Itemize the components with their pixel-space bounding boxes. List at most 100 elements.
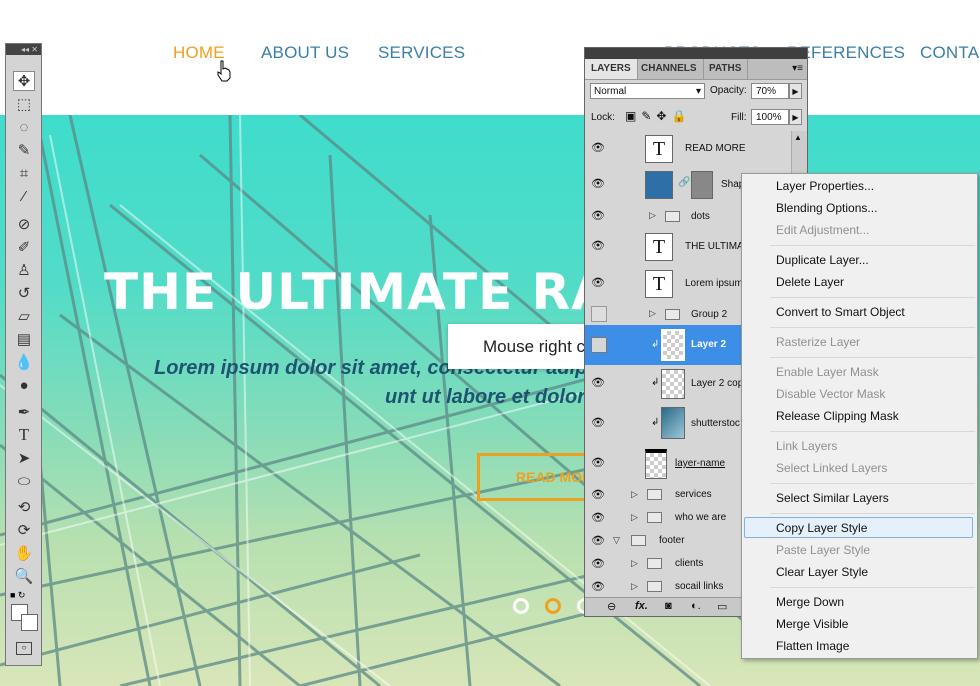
eraser-tool-icon[interactable]: ▱	[13, 306, 35, 326]
expand-triangle-icon[interactable]: ▷	[631, 512, 638, 523]
site-nav: HOME ABOUT US SERVICES PRODUCTS REFERENC…	[0, 0, 980, 115]
expand-triangle-icon[interactable]: ▷	[631, 558, 638, 569]
background-color-swatch[interactable]	[21, 614, 38, 631]
menu-item-convert-to-smart-object[interactable]: Convert to Smart Object	[776, 305, 905, 319]
vector-mask-thumbnail	[691, 171, 713, 199]
layers-panel-header[interactable]	[585, 48, 807, 59]
healing-brush-tool-icon[interactable]: ⊘	[13, 214, 35, 234]
menu-separator	[770, 327, 975, 328]
eyedropper-tool-icon[interactable]: ⁄	[13, 186, 35, 206]
type-tool-icon[interactable]: T	[13, 425, 35, 445]
layer-name: footer	[659, 535, 685, 546]
tab-channels[interactable]: CHANNELS	[635, 59, 704, 79]
scroll-up-icon[interactable]: ▲	[794, 133, 802, 142]
hand-tool-icon[interactable]: ✋	[13, 543, 35, 563]
eye-icon[interactable]: 👁	[589, 141, 607, 154]
fx-icon[interactable]: fx.	[635, 600, 648, 612]
clone-stamp-tool-icon[interactable]: ♙	[13, 260, 35, 280]
folder-icon[interactable]: ▭	[717, 600, 727, 613]
eye-icon[interactable]: 👁	[589, 376, 607, 389]
tab-layers[interactable]: LAYERS	[585, 59, 638, 79]
link-icon[interactable]: ⊖	[607, 600, 616, 613]
text-layer-icon: T	[645, 135, 673, 163]
3d-orbit-tool-icon[interactable]: ⟳	[13, 520, 35, 540]
folder-icon	[647, 512, 662, 523]
3d-rotate-tool-icon[interactable]: ⟲	[13, 497, 35, 517]
layer-name: socail links	[675, 581, 724, 592]
hero-title: THE ULTIMATE RAIL	[104, 263, 664, 321]
eye-icon[interactable]: 👁	[589, 209, 607, 222]
menu-item-copy-layer-style[interactable]: Copy Layer Style	[776, 521, 867, 535]
blend-mode-select[interactable]: Normal ▾	[590, 83, 705, 99]
panel-menu-icon[interactable]: ▾≡	[792, 63, 803, 74]
menu-item-link-layers: Link Layers	[776, 439, 838, 453]
lock-icons[interactable]: ▣✎✥🔒	[625, 109, 691, 123]
folder-icon	[647, 489, 662, 500]
mask-icon[interactable]: ◙	[665, 600, 672, 612]
menu-item-delete-layer[interactable]: Delete Layer	[776, 275, 844, 289]
expand-triangle-icon[interactable]: ▷	[631, 489, 638, 500]
visibility-toggle-empty[interactable]	[591, 337, 607, 353]
eye-icon[interactable]: 👁	[589, 177, 607, 190]
slider-dot[interactable]	[513, 598, 529, 614]
visibility-toggle-empty[interactable]	[591, 306, 607, 322]
opacity-field[interactable]: 70%	[751, 83, 789, 99]
blend-mode-value: Normal	[594, 86, 627, 97]
menu-item-release-clipping-mask[interactable]: Release Clipping Mask	[776, 409, 899, 423]
nav-contact[interactable]: CONTAC	[920, 43, 980, 63]
nav-services[interactable]: SERVICES	[378, 43, 465, 63]
menu-item-merge-visible[interactable]: Merge Visible	[776, 617, 848, 631]
fill-slider-button[interactable]: ▶	[789, 109, 802, 125]
eye-icon[interactable]: 👁	[589, 276, 607, 289]
dodge-tool-icon[interactable]: ●	[13, 375, 35, 395]
opacity-slider-button[interactable]: ▶	[789, 83, 802, 99]
menu-item-clear-layer-style[interactable]: Clear Layer Style	[776, 565, 868, 579]
menu-item-blending-options[interactable]: Blending Options...	[776, 201, 877, 215]
quick-mask-icon[interactable]: ○	[16, 642, 32, 655]
lasso-tool-icon[interactable]: ◌	[13, 117, 35, 137]
eye-icon[interactable]: 👁	[589, 580, 607, 593]
eye-icon[interactable]: 👁	[589, 239, 607, 252]
path-select-tool-icon[interactable]: ➤	[13, 448, 35, 468]
expand-triangle-icon[interactable]: ▷	[631, 581, 638, 592]
tools-panel-header[interactable]: ◂◂ ✕	[6, 44, 41, 55]
menu-item-select-similar-layers[interactable]: Select Similar Layers	[776, 491, 889, 505]
eye-icon[interactable]: 👁	[589, 416, 607, 429]
eye-icon[interactable]: 👁	[589, 488, 607, 501]
expand-triangle-icon[interactable]: ▷	[649, 210, 656, 221]
pen-tool-icon[interactable]: ✒	[13, 402, 35, 422]
brush-tool-icon[interactable]: ✐	[13, 237, 35, 257]
default-colors-icon[interactable]: ■ ↻	[10, 590, 25, 601]
expand-triangle-icon[interactable]: ▷	[649, 308, 656, 319]
marquee-tool-icon[interactable]: ⬚	[13, 94, 35, 114]
move-tool-icon[interactable]: ✥	[13, 71, 35, 91]
tab-paths[interactable]: PATHS	[703, 59, 749, 79]
crop-tool-icon[interactable]: ⌗	[13, 163, 35, 183]
menu-item-duplicate-layer[interactable]: Duplicate Layer...	[776, 253, 869, 267]
quick-select-tool-icon[interactable]: ✎	[13, 140, 35, 160]
menu-item-select-linked-layers: Select Linked Layers	[776, 461, 888, 475]
menu-separator	[770, 297, 975, 298]
fill-field[interactable]: 100%	[751, 109, 789, 125]
menu-separator	[770, 483, 975, 484]
shape-tool-icon[interactable]: ⬭	[13, 471, 35, 491]
menu-item-flatten-image[interactable]: Flatten Image	[776, 639, 849, 653]
blur-tool-icon[interactable]: 💧	[13, 352, 35, 372]
menu-item-layer-properties[interactable]: Layer Properties...	[776, 179, 874, 193]
gradient-tool-icon[interactable]: ▤	[13, 329, 35, 349]
eye-icon[interactable]: 👁	[589, 534, 607, 547]
collapse-triangle-icon[interactable]: ▽	[613, 535, 620, 546]
layer-name: Group 2	[691, 309, 728, 320]
eye-icon[interactable]: 👁	[589, 456, 607, 469]
layer-row[interactable]: 👁 T READ MORE	[585, 131, 791, 168]
nav-about-us[interactable]: ABOUT US	[261, 43, 349, 63]
menu-item-merge-down[interactable]: Merge Down	[776, 595, 844, 609]
hero-subtitle-line2: unt ut labore et dolore	[385, 386, 597, 408]
eye-icon[interactable]: 👁	[589, 557, 607, 570]
eye-icon[interactable]: 👁	[589, 511, 607, 524]
layer-name: layer-name	[675, 458, 726, 469]
history-brush-tool-icon[interactable]: ↺	[13, 283, 35, 303]
slider-dot-active[interactable]	[545, 598, 561, 614]
adjustment-icon[interactable]: ◐.	[691, 600, 701, 612]
zoom-tool-icon[interactable]: 🔍	[13, 566, 35, 586]
